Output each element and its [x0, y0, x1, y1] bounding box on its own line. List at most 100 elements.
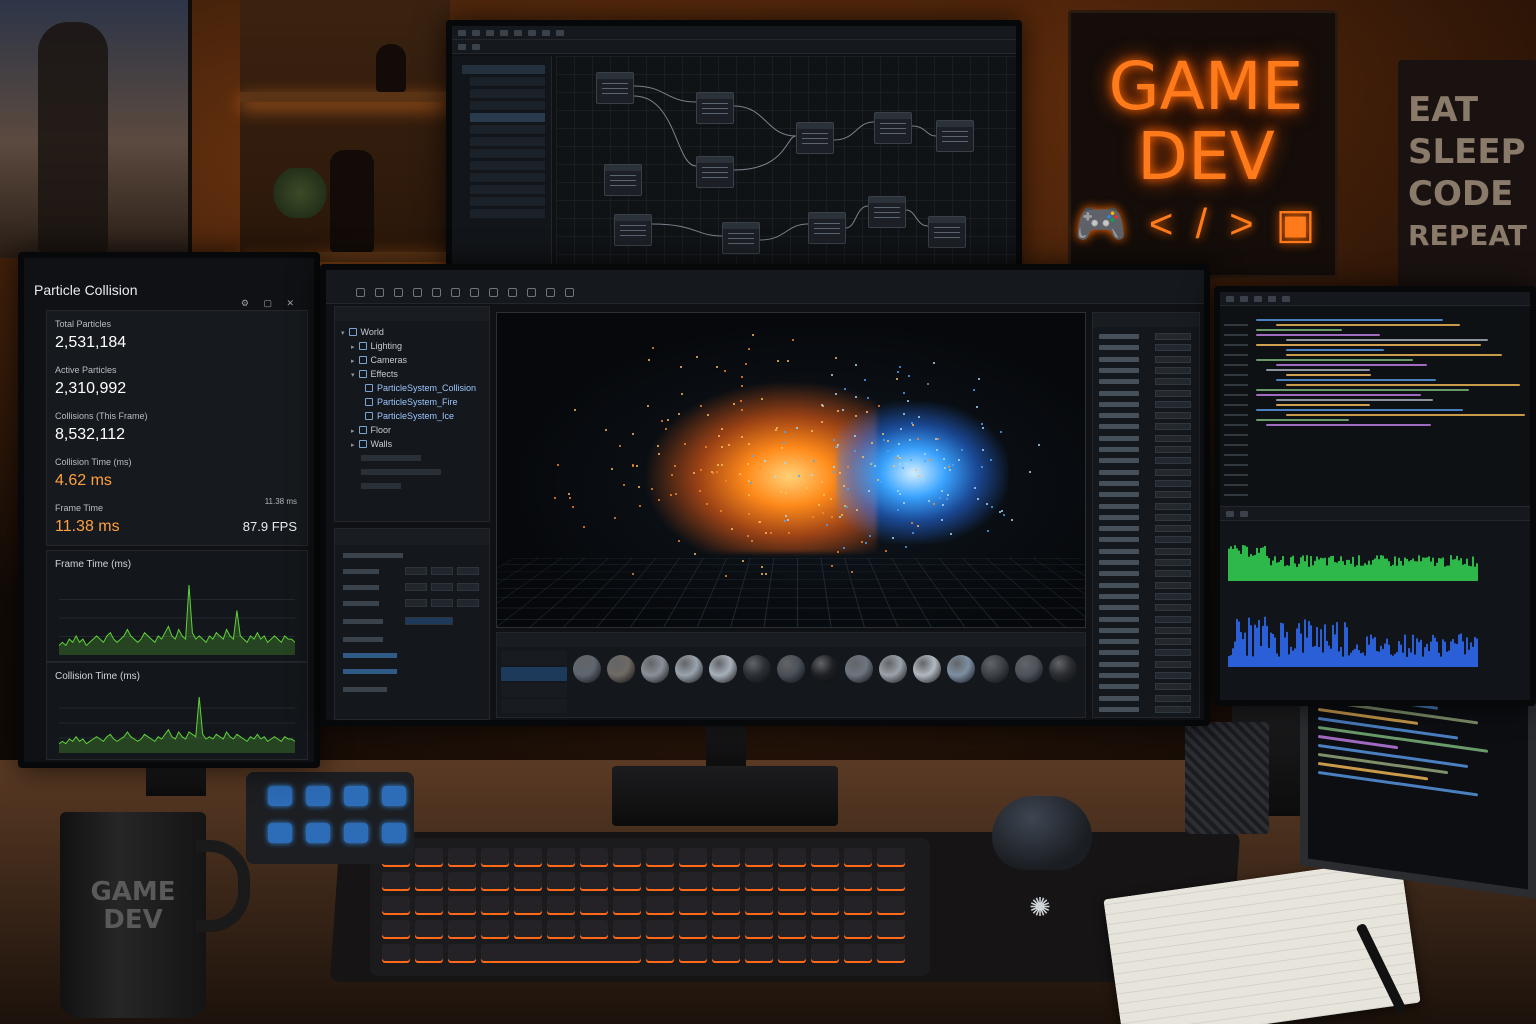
- field-x[interactable]: [405, 599, 427, 607]
- tree-item-particlesystem-collision[interactable]: ParticleSystem_Collision: [365, 383, 476, 393]
- material-swatch[interactable]: [947, 655, 975, 683]
- details-row[interactable]: [1099, 479, 1195, 488]
- material-swatch[interactable]: [675, 655, 703, 683]
- material-swatch[interactable]: [913, 655, 941, 683]
- details-row[interactable]: [1099, 683, 1195, 691]
- deck-key[interactable]: [268, 786, 292, 806]
- details-row[interactable]: [1099, 457, 1195, 465]
- tree-item-blurred[interactable]: [361, 483, 401, 489]
- graph-node[interactable]: [604, 164, 642, 196]
- material-swatch[interactable]: [879, 655, 907, 683]
- stream-deck[interactable]: [246, 772, 414, 864]
- graph-node[interactable]: [928, 216, 966, 248]
- content-browser-tabs[interactable]: [497, 633, 1085, 647]
- tree-item-blurred[interactable]: [361, 469, 441, 475]
- tree-item-effects[interactable]: ▾ Effects: [351, 369, 398, 379]
- details-row[interactable]: [1099, 366, 1195, 375]
- graph-node[interactable]: [796, 122, 834, 154]
- details-row[interactable]: [1099, 333, 1195, 341]
- tree-item-walls[interactable]: ▸ Walls: [351, 439, 392, 449]
- camera-icon[interactable]: [508, 288, 517, 297]
- material-swatch[interactable]: [845, 655, 873, 683]
- graph-node[interactable]: [808, 212, 846, 244]
- details-row[interactable]: [1099, 344, 1195, 352]
- details-row[interactable]: [1099, 570, 1195, 578]
- material-swatch[interactable]: [709, 655, 737, 683]
- folder-item[interactable]: [501, 683, 567, 697]
- window-controls-icon[interactable]: ⚙ ▢ ✕: [241, 298, 300, 309]
- details-row[interactable]: [1099, 660, 1195, 669]
- details-row[interactable]: [1099, 355, 1195, 364]
- field-value[interactable]: [405, 617, 453, 625]
- details-row[interactable]: [1099, 547, 1195, 556]
- graph-node[interactable]: [596, 72, 634, 104]
- caret-icon[interactable]: ▾: [351, 372, 355, 379]
- details-row[interactable]: [1099, 412, 1195, 420]
- field-z[interactable]: [457, 599, 479, 607]
- caret-icon[interactable]: ▾: [341, 330, 345, 337]
- details-row[interactable]: [1099, 559, 1195, 567]
- layout-icon[interactable]: [565, 288, 574, 297]
- deck-key[interactable]: [344, 786, 368, 806]
- field-y[interactable]: [431, 599, 453, 607]
- tree-item-world[interactable]: ▾ World: [341, 327, 384, 337]
- details-row[interactable]: [1099, 615, 1195, 624]
- details-row[interactable]: [1099, 446, 1195, 454]
- material-swatch[interactable]: [777, 655, 805, 683]
- folder-item[interactable]: [501, 699, 567, 713]
- play-icon[interactable]: [451, 288, 460, 297]
- details-row[interactable]: [1099, 434, 1195, 443]
- deck-key[interactable]: [306, 823, 330, 843]
- material-swatch[interactable]: [573, 655, 601, 683]
- details-row[interactable]: [1099, 525, 1195, 533]
- tree-item-blurred[interactable]: [361, 455, 421, 461]
- settings-icon[interactable]: [546, 288, 555, 297]
- graph-node[interactable]: [614, 214, 652, 246]
- deck-key[interactable]: [382, 823, 406, 843]
- material-swatch[interactable]: [641, 655, 669, 683]
- light-icon[interactable]: [527, 288, 536, 297]
- details-row[interactable]: [1099, 502, 1195, 511]
- step-icon[interactable]: [489, 288, 498, 297]
- tree-item-floor[interactable]: ▸ Floor: [351, 425, 391, 435]
- scene-viewport[interactable]: [496, 312, 1086, 628]
- material-swatch[interactable]: [743, 655, 771, 683]
- details-row[interactable]: [1099, 626, 1195, 635]
- details-row[interactable]: [1099, 638, 1195, 646]
- mouse[interactable]: [992, 796, 1092, 870]
- field-x[interactable]: [405, 583, 427, 591]
- material-swatch[interactable]: [1015, 655, 1043, 683]
- details-row[interactable]: [1099, 705, 1195, 714]
- caret-icon[interactable]: ▸: [351, 428, 355, 435]
- field-y[interactable]: [431, 567, 453, 575]
- graph-node[interactable]: [722, 222, 760, 254]
- details-row[interactable]: [1099, 389, 1195, 398]
- keyboard[interactable]: [370, 838, 930, 976]
- tree-item-particlesystem-fire[interactable]: ParticleSystem_Fire: [365, 397, 458, 407]
- node-graph-canvas[interactable]: [556, 56, 1016, 266]
- details-row[interactable]: [1099, 423, 1195, 431]
- grid-icon[interactable]: [432, 288, 441, 297]
- field-x[interactable]: [405, 567, 427, 575]
- graph-node[interactable]: [868, 196, 906, 228]
- graph-node[interactable]: [936, 120, 974, 152]
- caret-icon[interactable]: ▸: [351, 344, 355, 351]
- deck-key[interactable]: [344, 823, 368, 843]
- material-swatch[interactable]: [811, 655, 839, 683]
- scale-tool-icon[interactable]: [394, 288, 403, 297]
- material-swatch[interactable]: [1049, 655, 1077, 683]
- tree-item-lighting[interactable]: ▸ Lighting: [351, 341, 402, 351]
- snap-icon[interactable]: [413, 288, 422, 297]
- caret-icon[interactable]: ▸: [351, 358, 355, 365]
- deck-key[interactable]: [382, 786, 406, 806]
- material-swatch[interactable]: [607, 655, 635, 683]
- move-tool-icon[interactable]: [356, 288, 365, 297]
- deck-key[interactable]: [268, 823, 292, 843]
- tree-item-cameras[interactable]: ▸ Cameras: [351, 355, 407, 365]
- details-row[interactable]: [1099, 378, 1195, 386]
- details-row[interactable]: [1099, 672, 1195, 680]
- folder-item[interactable]: [501, 651, 567, 665]
- details-row[interactable]: [1099, 536, 1195, 544]
- details-row[interactable]: [1099, 592, 1195, 601]
- details-row[interactable]: [1099, 400, 1195, 409]
